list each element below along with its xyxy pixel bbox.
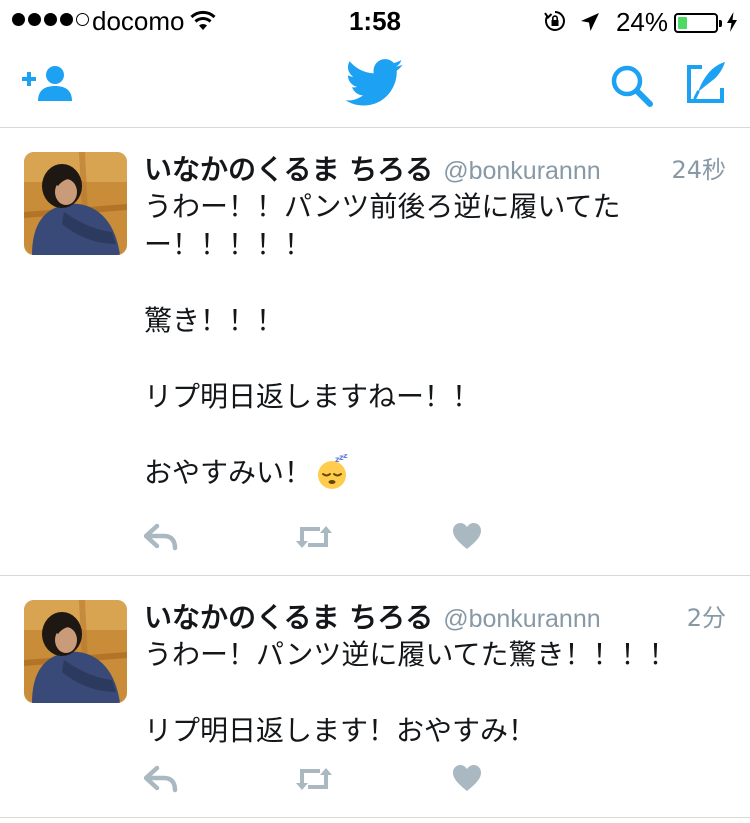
nav-bar	[0, 40, 750, 128]
tweet[interactable]: いなかのくるま ちろる @bonkurannn 2分 うわー！パンツ逆に履いてた驚…	[0, 576, 750, 818]
status-bar: docomo 1:58 24%	[0, 0, 750, 40]
tweet-text: うわー！パンツ逆に履いてた驚き！！！！ リプ明日返します！おやすみ！	[144, 636, 720, 750]
tweet-text-content: うわー！！パンツ前後ろ逆に履いてた ー！！！！！ 驚き！！！ リプ明日返しますね…	[144, 190, 621, 489]
battery-icon	[674, 12, 722, 33]
display-name[interactable]: いなかのくるま ちろる	[144, 601, 433, 634]
tweet-header: いなかのくるま ちろる @bonkurannn 2分	[144, 596, 726, 634]
retweet-icon[interactable]	[294, 764, 334, 798]
location-arrow-icon	[580, 8, 600, 39]
tweet-header: いなかのくるま ちろる @bonkurannn 24秒	[144, 148, 726, 186]
charging-bolt-icon	[726, 8, 738, 39]
reply-icon[interactable]	[143, 764, 178, 798]
tweet-actions	[143, 764, 504, 800]
like-heart-icon[interactable]	[452, 764, 482, 796]
battery-percent: 24%	[615, 7, 668, 37]
tweet-timestamp[interactable]: 2分	[687, 598, 726, 633]
avatar[interactable]	[24, 152, 127, 255]
user-handle[interactable]: @bonkurannn	[443, 605, 600, 633]
compose-icon[interactable]	[684, 60, 728, 110]
like-heart-icon[interactable]	[452, 522, 482, 554]
tweet-text-content: うわー！パンツ逆に履いてた驚き！！！！ リプ明日返します！おやすみ！	[144, 638, 677, 747]
timeline: いなかのくるま ちろる @bonkurannn 24秒 うわー！！パンツ前後ろ逆に…	[0, 128, 750, 818]
add-user-icon[interactable]	[22, 64, 76, 108]
retweet-icon[interactable]	[294, 522, 334, 556]
tweet[interactable]: いなかのくるま ちろる @bonkurannn 24秒 うわー！！パンツ前後ろ逆に…	[0, 128, 750, 576]
sleeping-face-icon: z z z	[314, 451, 350, 500]
reply-icon[interactable]	[143, 522, 178, 556]
svg-text:z: z	[343, 454, 348, 460]
tweet-timestamp[interactable]: 24秒	[671, 150, 726, 185]
tweet-actions	[143, 522, 504, 558]
search-icon[interactable]	[610, 64, 654, 112]
rotation-lock-icon	[544, 8, 566, 39]
display-name[interactable]: いなかのくるま ちろる	[144, 153, 433, 186]
avatar[interactable]	[24, 600, 127, 703]
user-handle[interactable]: @bonkurannn	[443, 157, 600, 185]
tweet-text: うわー！！パンツ前後ろ逆に履いてた ー！！！！！ 驚き！！！ リプ明日返しますね…	[144, 188, 720, 500]
twitter-bird-icon	[345, 58, 404, 112]
